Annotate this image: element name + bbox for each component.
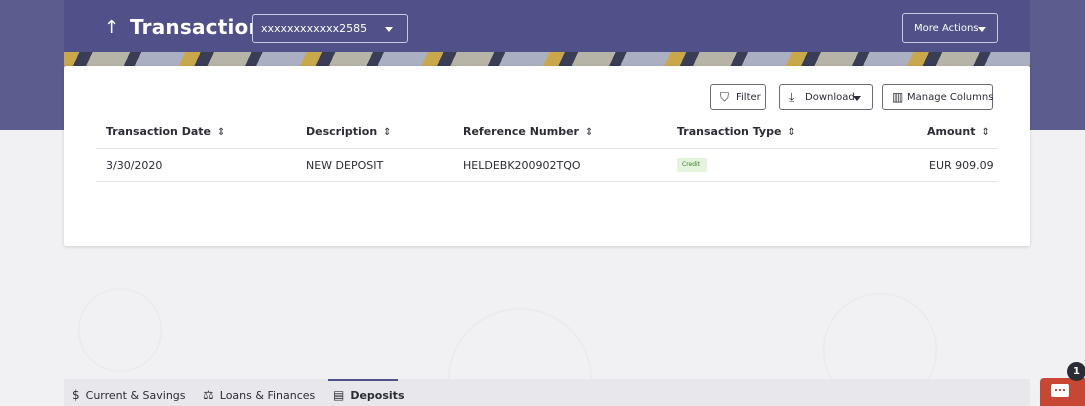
row-divider — [96, 181, 998, 182]
filter-label: Filter — [736, 92, 761, 103]
active-tab-indicator — [328, 379, 398, 381]
download-icon: ⤓ — [789, 90, 795, 104]
filter-icon: ⛉ — [720, 90, 730, 104]
header-divider — [96, 148, 998, 149]
sort-icon[interactable]: ⇕ — [981, 127, 989, 138]
tab-current-savings[interactable]: $ Current & Savings — [72, 388, 186, 402]
manage-columns-button[interactable]: ▥ Manage Columns — [882, 84, 993, 110]
chevron-down-icon — [978, 27, 986, 32]
columns-icon: ▥ — [892, 90, 904, 104]
status-badge: Credit — [677, 158, 707, 172]
download-label: Download — [805, 92, 855, 103]
tab-label: Current & Savings — [85, 389, 186, 402]
column-header-description[interactable]: Description ⇕ — [306, 125, 392, 138]
column-label: Description — [306, 125, 378, 138]
sort-icon[interactable]: ⇕ — [787, 127, 795, 138]
chevron-down-icon — [853, 96, 861, 101]
chat-icon — [1051, 384, 1069, 397]
chevron-down-icon — [385, 27, 393, 32]
cell-description: NEW DEPOSIT — [306, 159, 384, 172]
manage-columns-label: Manage Columns — [907, 92, 994, 103]
account-select[interactable]: xxxxxxxxxxxx2585 — [252, 14, 408, 43]
cell-date: 3/30/2020 — [106, 159, 163, 172]
sort-icon[interactable]: ⇕ — [585, 127, 593, 138]
sort-icon[interactable]: ⇕ — [383, 127, 391, 138]
dollar-circle-icon: $ — [72, 388, 80, 402]
column-label: Transaction Date — [106, 125, 211, 138]
download-button[interactable]: ⤓ Download — [779, 84, 873, 110]
deposits-icon: ▤ — [333, 388, 345, 402]
arrow-up-icon[interactable]: ↑ — [104, 18, 119, 38]
loan-icon: ⚖ — [203, 388, 214, 402]
more-actions-label: More Actions — [914, 23, 979, 34]
cell-reference[interactable]: HELDEBK200902TQO — [463, 159, 581, 172]
decorative-strip — [64, 52, 1030, 66]
tab-label: Deposits — [350, 389, 405, 402]
cell-amount: EUR 909.09 — [929, 159, 994, 172]
more-actions-button[interactable]: More Actions — [902, 13, 998, 43]
tab-deposits[interactable]: ▤ Deposits — [333, 388, 405, 402]
column-header-amount[interactable]: Amount ⇕ — [927, 125, 990, 138]
column-header-reference[interactable]: Reference Number ⇕ — [463, 125, 593, 138]
column-label: Amount — [927, 125, 976, 138]
filter-button[interactable]: ⛉ Filter — [710, 84, 766, 110]
sort-icon[interactable]: ⇕ — [217, 127, 225, 138]
tab-loans-finances[interactable]: ⚖ Loans & Finances — [203, 388, 315, 402]
column-label: Reference Number — [463, 125, 579, 138]
column-label: Transaction Type — [677, 125, 782, 138]
column-header-type[interactable]: Transaction Type ⇕ — [677, 125, 796, 138]
chat-badge: 1 — [1067, 362, 1085, 381]
tab-label: Loans & Finances — [219, 389, 316, 402]
account-select-value: xxxxxxxxxxxx2585 — [261, 22, 368, 35]
column-header-date[interactable]: Transaction Date ⇕ — [106, 125, 225, 138]
